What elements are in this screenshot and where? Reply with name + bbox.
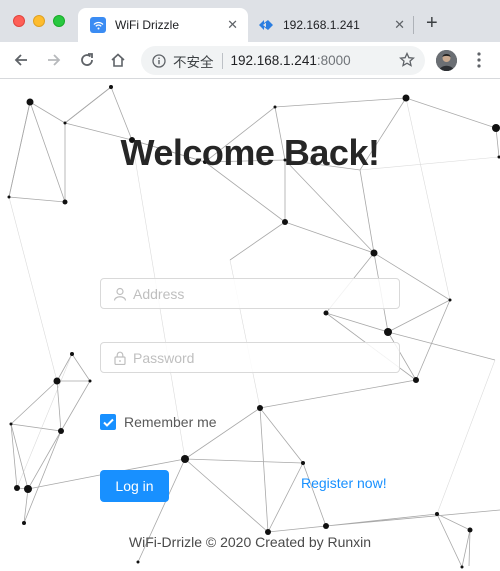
url-host: 192.168.1.241 [230, 53, 317, 68]
tab-title: WiFi Drizzle [115, 18, 179, 32]
register-link[interactable]: Register now! [301, 475, 387, 491]
info-icon[interactable] [151, 53, 167, 69]
back-arrow-icon[interactable] [11, 50, 31, 70]
password-input[interactable] [133, 349, 383, 366]
lock-icon [113, 351, 127, 365]
address-field[interactable] [100, 278, 400, 309]
check-icon [102, 418, 114, 427]
footer-text: WiFi-Drrizle © 2020 Created by Runxin [128, 534, 372, 550]
tab-bar: WiFi Drizzle ✕ 192.168.1.241 ✕ + [0, 0, 500, 42]
reload-icon[interactable] [77, 50, 97, 70]
user-icon [113, 287, 127, 301]
tab-ip-address[interactable]: 192.168.1.241 ✕ [250, 8, 415, 42]
remember-label: Remember me [124, 414, 217, 430]
tab-close-icon[interactable]: ✕ [227, 17, 238, 33]
browser-toolbar: 不安全 192.168.1.241:8000 [0, 42, 500, 79]
bookmark-star-icon[interactable] [399, 51, 415, 71]
tab-separator [413, 16, 414, 34]
divider [221, 52, 223, 69]
tab-title: 192.168.1.241 [283, 18, 360, 32]
remember-me[interactable]: Remember me [100, 414, 217, 430]
more-menu-icon[interactable] [474, 51, 484, 69]
page-title: Welcome Back! [120, 132, 380, 173]
login-button[interactable]: Log in [100, 470, 169, 502]
login-page: Welcome Back! Remember me Log in Registe… [0, 80, 500, 571]
remember-checkbox[interactable] [100, 414, 116, 430]
wifi-icon [90, 17, 106, 33]
new-tab-button[interactable]: + [426, 13, 438, 33]
address-bar[interactable]: 不安全 192.168.1.241:8000 [141, 46, 425, 75]
forward-arrow-icon[interactable] [44, 50, 64, 70]
minimize-window-button[interactable] [33, 15, 45, 27]
url-port: :8000 [316, 53, 351, 68]
security-label: 不安全 [173, 54, 214, 70]
tab-close-icon[interactable]: ✕ [394, 17, 405, 33]
close-window-button[interactable] [13, 15, 25, 27]
address-input[interactable] [133, 285, 383, 302]
vscode-icon [258, 17, 274, 33]
home-icon[interactable] [108, 50, 128, 70]
tab-wifi-drizzle[interactable]: WiFi Drizzle ✕ [78, 8, 248, 42]
profile-avatar[interactable] [436, 50, 457, 71]
password-field[interactable] [100, 342, 400, 373]
maximize-window-button[interactable] [53, 15, 65, 27]
